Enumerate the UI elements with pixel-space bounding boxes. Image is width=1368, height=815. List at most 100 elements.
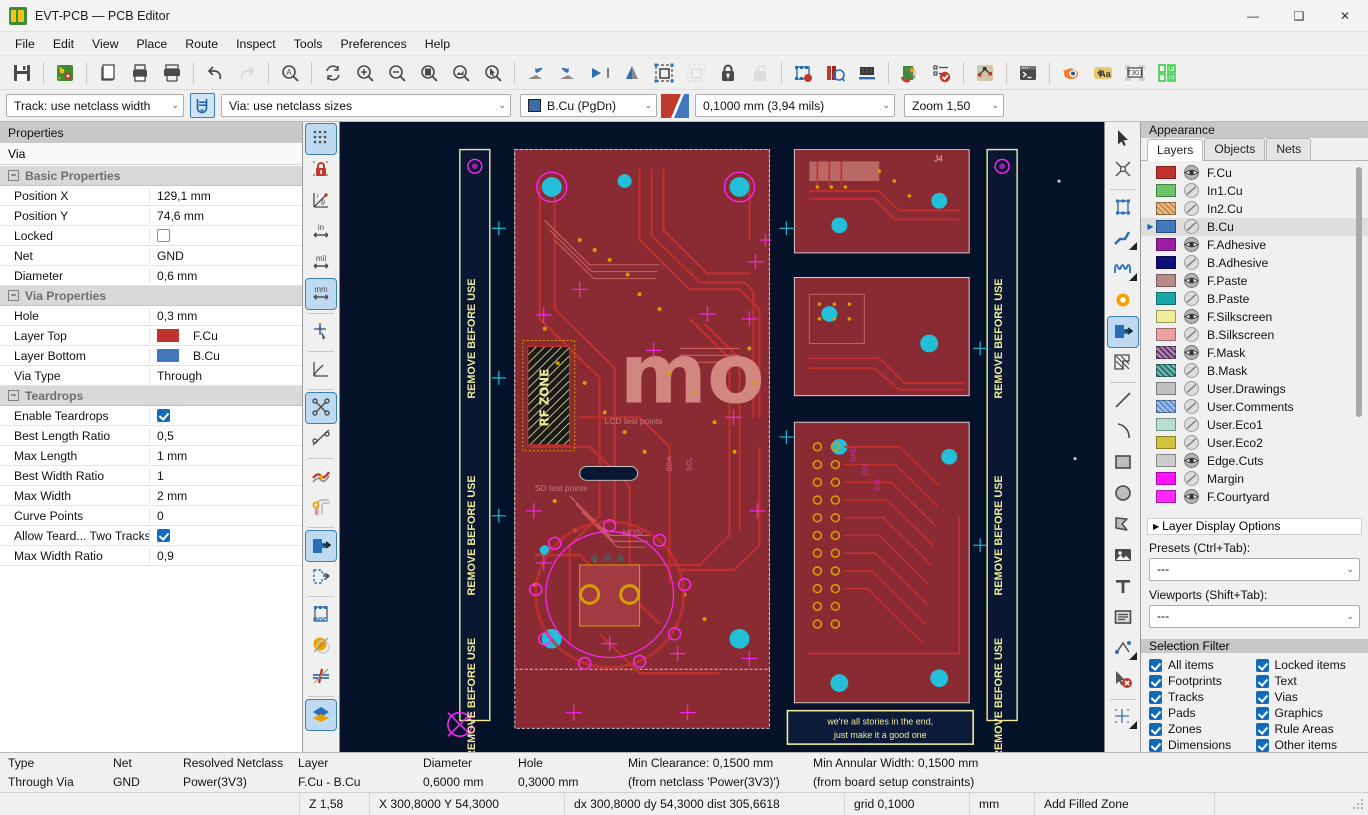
layer-color-swatch[interactable]: [1156, 490, 1176, 504]
selection-filter-rule-areas[interactable]: Rule Areas: [1255, 722, 1363, 736]
track-width-select[interactable]: Track: use netclass width ⌄: [6, 94, 184, 117]
layer-color-swatch[interactable]: [1156, 220, 1176, 234]
layer-row-f-mask[interactable]: F.Mask: [1141, 344, 1368, 362]
property-checkbox[interactable]: [157, 529, 170, 542]
layer-row-user-eco2[interactable]: User.Eco2: [1141, 434, 1368, 452]
eye-hidden-icon[interactable]: [1183, 399, 1200, 415]
plot-button[interactable]: [157, 59, 187, 87]
layer-color-swatch[interactable]: [1156, 256, 1176, 270]
toggle-grid-button[interactable]: [305, 123, 337, 155]
eye-hidden-icon[interactable]: [1183, 381, 1200, 397]
collapse-toggle-icon[interactable]: −: [8, 290, 19, 301]
tab-objects[interactable]: Objects: [1204, 137, 1266, 160]
save-button[interactable]: [7, 59, 37, 87]
layer-list-scrollbar[interactable]: [1356, 166, 1362, 417]
property-row[interactable]: Curve Points 0: [0, 506, 302, 526]
layer-row-b-cu[interactable]: ▶ B.Cu: [1141, 217, 1368, 236]
eye-open-icon[interactable]: [1183, 309, 1200, 325]
property-row[interactable]: Hole 0,3 mm: [0, 306, 302, 326]
add-zone-button[interactable]: [1106, 316, 1139, 348]
collapse-toggle-icon[interactable]: −: [8, 390, 19, 401]
menu-route[interactable]: Route: [176, 34, 227, 54]
property-row[interactable]: Layer Bottom B.Cu: [0, 346, 302, 366]
selection-filter-footprints[interactable]: Footprints: [1149, 674, 1256, 688]
checkbox[interactable]: [1255, 690, 1269, 704]
checkbox[interactable]: [1149, 658, 1162, 672]
layer-row-margin[interactable]: Margin: [1141, 470, 1368, 488]
layer-row-f-silkscreen[interactable]: F.Silkscreen: [1141, 308, 1368, 326]
text-tools-button[interactable]: Aa: [1088, 59, 1118, 87]
layer-color-swatch[interactable]: [1156, 292, 1176, 306]
net-inspector-button[interactable]: [970, 59, 1000, 87]
tab-nets[interactable]: Nets: [1266, 137, 1312, 160]
eye-hidden-icon[interactable]: [1183, 417, 1200, 433]
draw-circle-button[interactable]: [1108, 479, 1138, 509]
selection-filter-pads[interactable]: Pads: [1149, 706, 1256, 720]
layer-color-swatch[interactable]: [1156, 418, 1176, 432]
property-row[interactable]: Net GND: [0, 246, 302, 266]
layer-row-b-paste[interactable]: B.Paste: [1141, 290, 1368, 308]
rotate-ccw-button[interactable]: [521, 59, 551, 87]
selection-filter-locked-items[interactable]: Locked items: [1255, 658, 1363, 672]
layer-color-swatch[interactable]: [1156, 310, 1176, 324]
minimize-button[interactable]: —: [1230, 0, 1276, 32]
checkbox[interactable]: [1149, 706, 1162, 720]
layer-color-swatch[interactable]: [1156, 364, 1176, 378]
pcb-canvas[interactable]: mo RF ZONE LCD test points SD test point…: [340, 122, 1104, 752]
layer-color-swatch[interactable]: [1156, 184, 1176, 198]
layer-color-swatch[interactable]: [1156, 436, 1176, 450]
property-row[interactable]: Locked: [0, 226, 302, 246]
presets-select[interactable]: --- ⌄: [1149, 557, 1360, 581]
status-units[interactable]: mm: [970, 792, 1035, 815]
draw-polygon-button[interactable]: [1108, 510, 1138, 540]
zoom-select[interactable]: Zoom 1,50 ⌄: [904, 94, 1004, 117]
track-fill-button[interactable]: [306, 462, 336, 492]
grid-size-select[interactable]: 0,1000 mm (3,94 mils) ⌄: [695, 94, 895, 117]
menu-preferences[interactable]: Preferences: [331, 34, 415, 54]
selection-filter-other-items[interactable]: Other items: [1255, 738, 1363, 752]
property-row[interactable]: Enable Teardrops: [0, 406, 302, 426]
layer-color-swatch[interactable]: [1156, 328, 1176, 342]
zoom-to-selection-button[interactable]: [478, 59, 508, 87]
eye-open-icon[interactable]: [1183, 345, 1200, 361]
tab-layers[interactable]: Layers: [1147, 138, 1204, 161]
layer-color-swatch[interactable]: [1156, 346, 1176, 360]
polar-coords-button[interactable]: rθ: [306, 186, 336, 216]
property-row[interactable]: Layer Top F.Cu: [0, 326, 302, 346]
property-row[interactable]: Position Y 74,6 mm: [0, 206, 302, 226]
layer-color-swatch[interactable]: [1156, 238, 1176, 252]
place-image-button[interactable]: [1108, 541, 1138, 571]
layer-row-f-adhesive[interactable]: F.Adhesive: [1141, 236, 1368, 254]
zoom-out-button[interactable]: [382, 59, 412, 87]
menu-view[interactable]: View: [83, 34, 127, 54]
view-3d-button[interactable]: [852, 59, 882, 87]
menu-help[interactable]: Help: [416, 34, 459, 54]
eye-open-icon[interactable]: [1183, 489, 1200, 505]
graphics-sketch-button[interactable]: [306, 631, 336, 661]
layer-color-swatch[interactable]: [1156, 454, 1176, 468]
set-origin-button[interactable]: [1108, 703, 1138, 733]
via-fill-button[interactable]: [306, 493, 336, 523]
checkbox[interactable]: [1149, 690, 1162, 704]
netclass-values-button[interactable]: [190, 93, 215, 118]
checkbox[interactable]: [1149, 674, 1162, 688]
maximize-button[interactable]: ❑: [1276, 0, 1322, 32]
property-row[interactable]: Position X 129,1 mm: [0, 186, 302, 206]
zoom-fit-objects-button[interactable]: [446, 59, 476, 87]
layer-row-in1-cu[interactable]: In1.Cu: [1141, 182, 1368, 200]
layer-row-user-eco1[interactable]: User.Eco1: [1141, 416, 1368, 434]
fab-toolkit-button[interactable]: FB: [1152, 59, 1182, 87]
layer-list[interactable]: F.Cu In1.Cu In2.Cu ▶ B.Cu F.Adhesive B.Adhesiv…: [1141, 160, 1368, 516]
blender-export-button[interactable]: [1056, 59, 1086, 87]
property-group-header[interactable]: − Via Properties: [0, 286, 302, 306]
checkbox[interactable]: [1255, 658, 1269, 672]
layer-row-f-paste[interactable]: F.Paste: [1141, 272, 1368, 290]
eye-open-icon[interactable]: [1183, 237, 1200, 253]
ratsnest-mode-button[interactable]: [306, 424, 336, 454]
selection-filter-zones[interactable]: Zones: [1149, 722, 1256, 736]
board-setup-button[interactable]: [50, 59, 80, 87]
menu-edit[interactable]: Edit: [44, 34, 83, 54]
footprint-library-button[interactable]: [820, 59, 850, 87]
draw-arc-button[interactable]: [1108, 417, 1138, 447]
layer-row-b-mask[interactable]: B.Mask: [1141, 362, 1368, 380]
